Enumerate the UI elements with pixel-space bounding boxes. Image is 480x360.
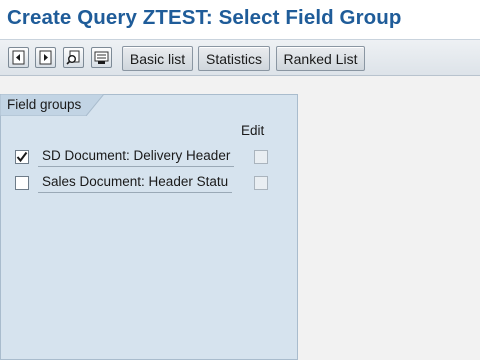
basic-list-button[interactable]: Basic list <box>122 46 193 71</box>
find-icon[interactable] <box>63 47 84 68</box>
layout-icon[interactable] <box>91 47 112 68</box>
previous-icon[interactable] <box>8 47 29 68</box>
field-group-row: SD Document: Delivery Header <box>0 146 298 168</box>
title-bar: Create Query ZTEST: Select Field Group <box>0 0 480 40</box>
field-groups-tab-label: Field groups <box>7 97 82 112</box>
field-group-edit-checkbox[interactable] <box>254 150 268 164</box>
ranked-list-button[interactable]: Ranked List <box>276 46 365 71</box>
field-group-label: SD Document: Delivery Header <box>38 147 235 167</box>
field-group-label: Sales Document: Header Statu <box>38 173 233 193</box>
statistics-button[interactable]: Statistics <box>198 46 270 71</box>
field-group-select-checkbox[interactable] <box>15 150 29 164</box>
field-group-edit-checkbox[interactable] <box>254 176 268 190</box>
edit-column-header: Edit <box>241 123 265 138</box>
field-group-select-checkbox[interactable] <box>15 176 29 190</box>
page-title: Create Query ZTEST: Select Field Group <box>7 6 402 29</box>
field-group-row: Sales Document: Header Statu <box>0 172 298 194</box>
sap-screen: Create Query ZTEST: Select Field Group B… <box>0 0 480 360</box>
checkmark-icon <box>16 151 28 163</box>
application-toolbar: Basic list Statistics Ranked List <box>0 40 480 76</box>
next-icon[interactable] <box>35 47 56 68</box>
